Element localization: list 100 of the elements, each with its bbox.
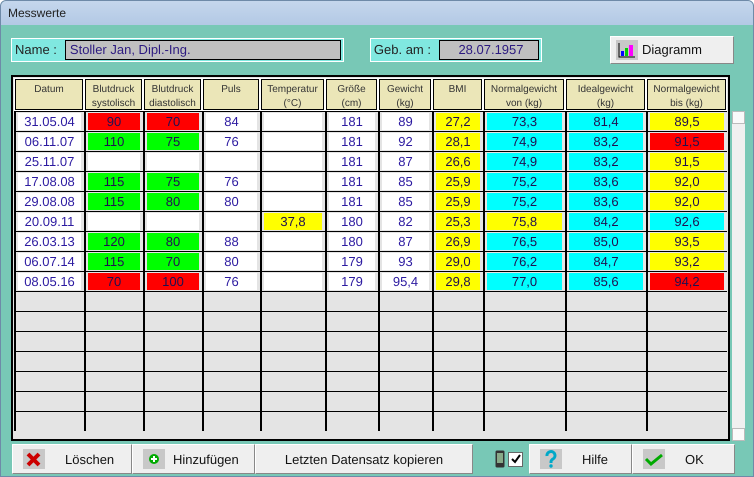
table-cell: 100	[147, 273, 199, 290]
name-label: Name :	[14, 42, 58, 57]
table-cell: 76	[206, 273, 257, 290]
bar-chart-icon	[616, 40, 638, 60]
table-cell: 115	[88, 173, 140, 190]
table-cell: 181	[329, 133, 375, 150]
copy-button[interactable]: Letzten Datensatz kopieren	[255, 444, 473, 474]
table-cell: 94,2	[650, 273, 724, 290]
table-cell: 179	[329, 273, 375, 290]
add-button[interactable]: Hinzufügen	[132, 444, 255, 474]
table-cell: 110	[88, 133, 140, 150]
table-cell: 80	[206, 193, 257, 210]
table-cell: 84	[206, 113, 257, 130]
table-cell: 93,5	[650, 233, 724, 250]
table-cell: 90	[88, 113, 140, 130]
table-cell: 29,8	[436, 273, 480, 290]
table-cell: 179	[329, 253, 375, 270]
table-cell: 83,6	[569, 193, 643, 210]
table-cell: 93	[382, 253, 429, 270]
table-cell: 20.09.11	[18, 213, 81, 230]
toggle-checkbox[interactable]	[508, 452, 523, 466]
table-cell: 181	[329, 173, 375, 190]
table-cell: 87	[382, 233, 429, 250]
phone-icon	[495, 450, 505, 468]
column-header: Gewicht (kg)	[379, 79, 431, 110]
table-cell: 120	[88, 233, 140, 250]
table-cell: 95,4	[382, 273, 429, 290]
help-button[interactable]: Hilfe	[529, 444, 632, 474]
table-cell: 17.08.08	[18, 173, 81, 190]
birth-date-label: Geb. am :	[372, 42, 432, 57]
table-cell: 82	[382, 213, 429, 230]
table-cell: 31.05.04	[18, 113, 81, 130]
scroll-down-button[interactable]	[732, 428, 745, 441]
table-cell: 80	[147, 233, 199, 250]
table-cell: 92,0	[650, 193, 724, 210]
table-cell: 84,2	[569, 213, 643, 230]
table-cell: 25,3	[436, 213, 480, 230]
table-cell: 89	[382, 113, 429, 130]
table-cell: 76	[206, 133, 257, 150]
scrollbar[interactable]	[732, 111, 745, 441]
table-cell: 25.11.07	[18, 153, 81, 170]
table-cell: 181	[329, 193, 375, 210]
table-cell: 83,6	[569, 173, 643, 190]
help-icon	[540, 449, 562, 469]
table-cell: 75	[147, 173, 199, 190]
table-cell: 26,9	[436, 233, 480, 250]
table-cell: 93,2	[650, 253, 724, 270]
table-cell: 85,0	[569, 233, 643, 250]
plus-icon	[143, 449, 165, 469]
table-cell: 180	[329, 213, 375, 230]
table-cell: 92,6	[650, 213, 724, 230]
table-cell: 85	[382, 193, 429, 210]
scroll-up-button[interactable]	[732, 111, 745, 124]
window-title: Messwerte	[8, 6, 66, 20]
delete-button[interactable]: Löschen	[12, 444, 132, 474]
table-cell: 76	[206, 173, 257, 190]
column-header: Temperatur (°C)	[261, 79, 324, 110]
table-cell: 74,9	[487, 153, 562, 170]
table-cell: 76,5	[487, 233, 562, 250]
ok-button[interactable]: OK	[632, 444, 735, 474]
table-cell: 115	[88, 193, 140, 210]
column-header: BMI	[433, 79, 482, 110]
table-cell: 76,2	[487, 253, 562, 270]
table-cell: 75,2	[487, 193, 562, 210]
table-cell: 29,0	[436, 253, 480, 270]
table-cell: 25,9	[436, 193, 480, 210]
checkmark-icon	[643, 449, 665, 469]
chart-button[interactable]: Diagramm	[610, 36, 734, 64]
table-cell: 06.11.07	[18, 133, 81, 150]
table-cell: 83,2	[569, 153, 643, 170]
table-cell: 87	[382, 153, 429, 170]
table-cell: 75,2	[487, 173, 562, 190]
table-cell: 74,9	[487, 133, 562, 150]
delete-icon	[23, 449, 45, 469]
table-cell: 80	[206, 253, 257, 270]
table-cell: 83,2	[569, 133, 643, 150]
check-icon	[510, 454, 520, 464]
column-header: Größe (cm)	[326, 79, 377, 110]
table-cell: 27,2	[436, 113, 480, 130]
table-cell: 26,6	[436, 153, 480, 170]
table-cell: 181	[329, 153, 375, 170]
table-cell: 81,4	[569, 113, 643, 130]
column-header: Normalgewicht bis (kg)	[647, 79, 726, 110]
table-cell: 91,5	[650, 133, 724, 150]
table-cell: 80	[147, 193, 199, 210]
column-header: Puls	[203, 79, 259, 110]
column-header: Blutdruck diastolisch	[144, 79, 201, 110]
table-cell: 70	[88, 273, 140, 290]
table-cell: 92	[382, 133, 429, 150]
table-cell: 73,3	[487, 113, 562, 130]
birth-date-field[interactable]: 28.07.1957	[438, 40, 539, 60]
name-field[interactable]: Stoller Jan, Dipl.-Ing.	[64, 40, 341, 60]
table-cell: 70	[147, 113, 199, 130]
table-cell: 28,1	[436, 133, 480, 150]
column-header: Idealgewicht (kg)	[566, 79, 645, 110]
column-header: Normalgewicht von (kg)	[484, 79, 564, 110]
table-cell: 84,7	[569, 253, 643, 270]
table-cell: 08.05.16	[18, 273, 81, 290]
table-cell: 181	[329, 113, 375, 130]
table-cell: 06.07.14	[18, 253, 81, 270]
